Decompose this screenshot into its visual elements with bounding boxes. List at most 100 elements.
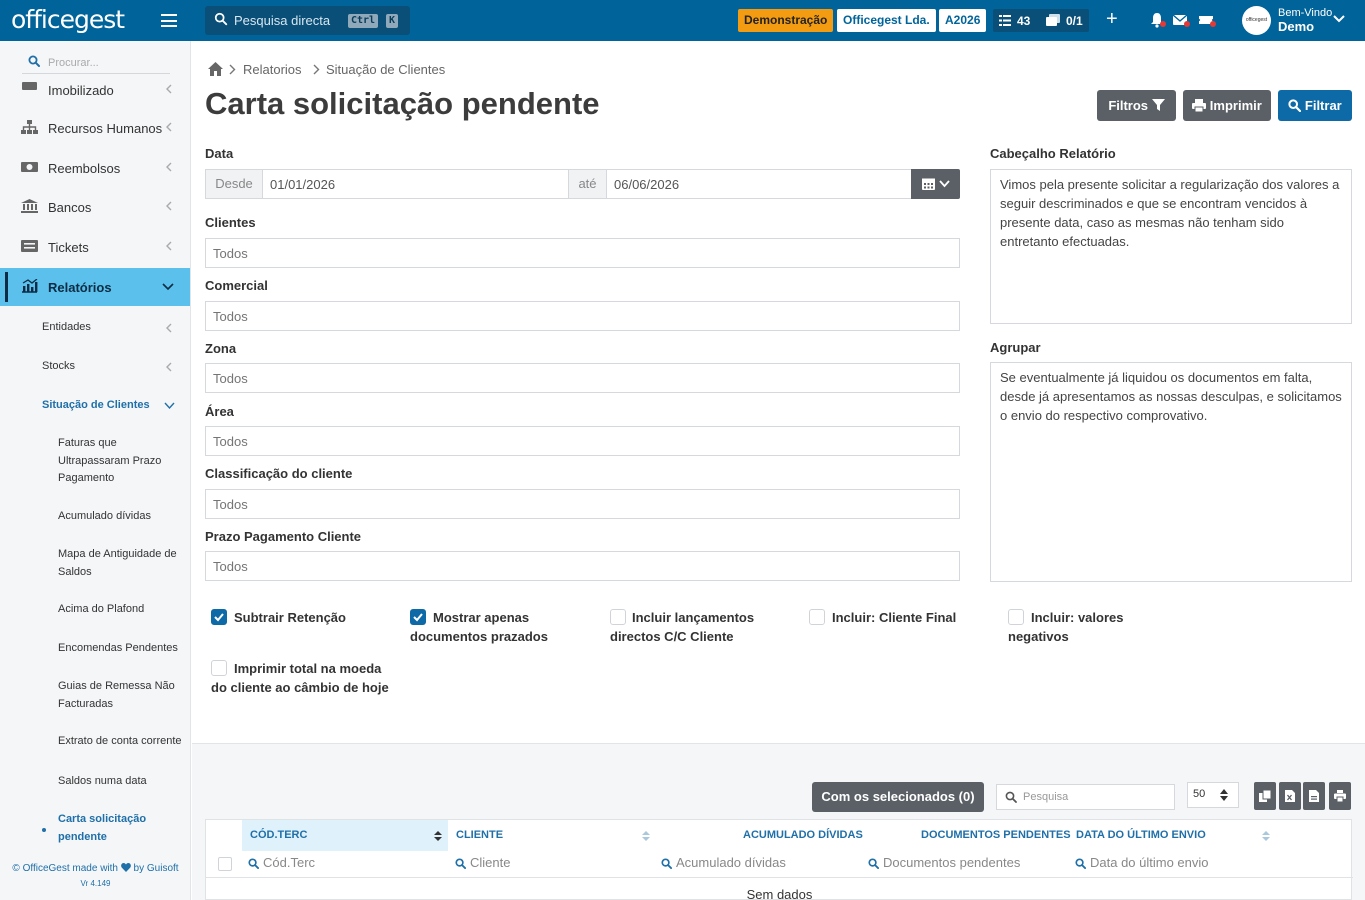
zona-select[interactable] xyxy=(205,363,960,393)
comercial-label: Comercial xyxy=(205,278,268,293)
area-select[interactable] xyxy=(205,426,960,456)
agrupar-label: Agrupar xyxy=(990,340,1041,355)
cabecalho-label: Cabeçalho Relatório xyxy=(990,146,1116,161)
add-icon[interactable]: + xyxy=(1106,9,1118,29)
documents-icon[interactable] xyxy=(1046,14,1060,26)
user-welcome[interactable]: Bem-Vindo Demo xyxy=(1278,7,1332,34)
sidebar-item-relatorios[interactable]: Relatórios xyxy=(0,268,190,306)
comercial-select[interactable] xyxy=(205,301,960,331)
footer-company[interactable]: by Guisoft xyxy=(134,863,179,874)
column-header-documentos-pendentes[interactable]: DOCUMENTOS PENDENTES xyxy=(921,820,1071,851)
sidebar: Procurar... Imobilizado Recursos Humanos… xyxy=(0,41,191,900)
home-icon[interactable] xyxy=(208,62,223,76)
calendar-dropdown-button[interactable] xyxy=(911,169,960,199)
breadcrumb-situacao-clientes[interactable]: Situação de Clientes xyxy=(326,62,445,77)
chevron-left-icon xyxy=(166,122,172,132)
total-moeda-label[interactable]: Imprimir total na moeda do cliente ao câ… xyxy=(211,659,391,697)
filtrar-button[interactable]: Filtrar xyxy=(1278,90,1352,121)
hamburger-menu-icon[interactable] xyxy=(161,14,177,27)
sidebar-report-extrato-conta[interactable]: Extrato de conta corrente xyxy=(58,733,190,751)
calendar-icon xyxy=(922,178,935,190)
date-from-input[interactable] xyxy=(262,169,569,199)
chevron-left-icon xyxy=(166,241,172,251)
check-icon xyxy=(214,613,224,622)
filter-placeholder: Cód.Terc xyxy=(263,855,316,870)
global-search-placeholder: Pesquisa directa xyxy=(234,13,331,28)
sidebar-subitem-stocks[interactable]: Stocks xyxy=(42,358,75,376)
column-header-acumulado-dividas[interactable]: ACUMULADO DÍVIDAS xyxy=(743,820,863,851)
filter-data-ultimo-envio[interactable]: Data do último envio xyxy=(1075,855,1209,870)
filtros-button[interactable]: Filtros xyxy=(1097,90,1176,121)
global-search-input[interactable]: Pesquisa directa Ctrl K xyxy=(205,6,410,35)
column-header-cod-terc[interactable]: CÓD.TERC xyxy=(242,820,448,851)
agrupar-textarea[interactable]: Se eventualmente já liquidou os document… xyxy=(990,362,1352,582)
filter-cod-terc[interactable]: Cód.Terc xyxy=(248,855,315,870)
sidebar-item-recursos-humanos[interactable]: Recursos Humanos xyxy=(0,109,190,147)
officegest-logo[interactable]: officegest xyxy=(11,5,125,34)
org-chart-icon xyxy=(21,120,38,134)
sidebar-report-mapa-antiguidade[interactable]: Mapa de Antiguidade de Saldos xyxy=(58,546,188,581)
valores-negativos-label[interactable]: Incluir: valores negativos xyxy=(1008,608,1148,646)
page-title: Carta solicitação pendente xyxy=(205,86,600,121)
cliente-final-label[interactable]: Incluir: Cliente Final xyxy=(832,608,982,627)
shortcut-ctrl-key: Ctrl xyxy=(348,14,379,28)
sidebar-item-label: Relatórios xyxy=(48,280,112,295)
with-selected-button[interactable]: Com os selecionados (0) xyxy=(812,782,984,812)
chevron-left-icon xyxy=(166,201,172,211)
imprimir-button[interactable]: Imprimir xyxy=(1183,90,1271,121)
sidebar-report-acumulado-dividas[interactable]: Acumulado dívidas xyxy=(58,508,188,526)
lancamentos-directos-label[interactable]: Incluir lançamentos directos C/C Cliente xyxy=(610,608,780,646)
company-selector[interactable]: Officegest Lda. xyxy=(837,9,936,32)
sidebar-item-tickets[interactable]: Tickets xyxy=(0,228,190,266)
filter-cliente[interactable]: Cliente xyxy=(455,855,510,870)
copy-button[interactable] xyxy=(1254,782,1276,810)
classificacao-select[interactable] xyxy=(205,489,960,519)
sidebar-item-bancos[interactable]: Bancos xyxy=(0,188,190,226)
filter-acumulado-dividas[interactable]: Acumulado dívidas xyxy=(661,855,786,870)
documents-count[interactable]: 0/1 xyxy=(1066,14,1083,28)
subtrair-retencao-checkbox[interactable] xyxy=(211,609,227,625)
sidebar-report-guias-remessa[interactable]: Guias de Remessa Não Facturadas xyxy=(58,678,188,713)
active-bullet xyxy=(42,828,46,832)
cliente-final-checkbox[interactable] xyxy=(809,609,825,625)
sidebar-item-imobilizado[interactable]: Imobilizado xyxy=(0,71,190,99)
chevron-left-icon xyxy=(166,362,172,372)
data-grid: CÓD.TERC CLIENTE ACUMULADO DÍVIDAS DOCUM… xyxy=(205,819,1353,900)
money-icon xyxy=(21,162,38,172)
chevron-right-icon xyxy=(229,64,236,75)
sidebar-subitem-situacao-clientes[interactable]: Situação de Clientes xyxy=(42,397,150,415)
prazo-pagamento-select[interactable] xyxy=(205,551,960,581)
search-icon xyxy=(1005,791,1017,803)
sidebar-report-acima-plafond[interactable]: Acima do Plafond xyxy=(58,601,188,619)
excel-export-button[interactable] xyxy=(1279,782,1301,810)
year-selector[interactable]: A2026 xyxy=(939,9,987,32)
column-header-data-ultimo-envio[interactable]: DATA DO ÚLTIMO ENVIO xyxy=(1076,820,1276,851)
date-to-input[interactable] xyxy=(606,169,912,199)
chevron-down-icon xyxy=(162,283,174,291)
user-avatar[interactable]: officegest xyxy=(1242,6,1271,35)
sidebar-report-carta-solicitacao[interactable]: Carta solicitação pendente xyxy=(58,811,168,846)
sidebar-report-encomendas-pendentes[interactable]: Encomendas Pendentes xyxy=(58,640,188,658)
column-header-cliente[interactable]: CLIENTE xyxy=(456,820,656,851)
grid-search-input[interactable]: Pesquisa xyxy=(996,784,1175,810)
chevron-down-icon xyxy=(164,402,175,410)
sidebar-report-faturas-prazo[interactable]: Faturas que Ultrapassaram Prazo Pagament… xyxy=(58,435,188,488)
filter-documentos-pendentes[interactable]: Documentos pendentes xyxy=(868,855,1020,870)
clientes-select[interactable] xyxy=(205,238,960,268)
area-label: Área xyxy=(205,404,234,419)
print-grid-button[interactable] xyxy=(1329,782,1351,810)
cabecalho-textarea[interactable]: Vimos pela presente solicitar a regulari… xyxy=(990,169,1352,324)
documentos-prazados-label[interactable]: Mostrar apenas documentos prazados xyxy=(410,608,570,646)
subtrair-retencao-label[interactable]: Subtrair Retenção xyxy=(234,608,394,627)
tasks-count[interactable]: 43 xyxy=(1017,14,1030,28)
pdf-export-button[interactable] xyxy=(1303,782,1325,810)
breadcrumb-relatorios[interactable]: Relatorios xyxy=(243,62,302,77)
sidebar-item-reembolsos[interactable]: Reembolsos xyxy=(0,149,190,187)
task-list-icon[interactable] xyxy=(999,15,1011,26)
select-all-checkbox[interactable] xyxy=(218,857,232,871)
sidebar-report-saldos-data[interactable]: Saldos numa data xyxy=(58,773,188,791)
page-size-select[interactable]: 50 xyxy=(1187,782,1239,808)
demo-badge[interactable]: Demonstração xyxy=(738,9,834,32)
sidebar-subitem-entidades[interactable]: Entidades xyxy=(42,319,91,337)
chevron-down-icon[interactable] xyxy=(1333,14,1345,24)
